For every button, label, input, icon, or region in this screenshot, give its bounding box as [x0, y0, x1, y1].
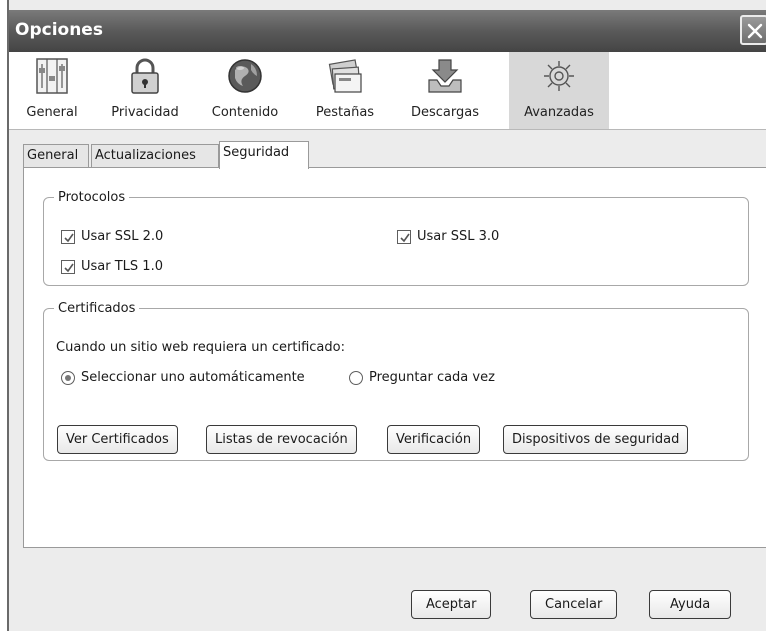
checkmark-icon — [64, 263, 74, 272]
ssl2-checkbox[interactable]: Usar SSL 2.0 — [61, 229, 163, 244]
ver-certificados-button[interactable]: Ver Certificados — [57, 425, 178, 454]
options-window: Opciones General Privacidad Contenido Pe… — [7, 0, 766, 631]
toolbar-item-label: General — [26, 105, 78, 120]
globe-icon — [228, 59, 262, 93]
ssl3-label: Usar SSL 3.0 — [417, 229, 500, 244]
radio-circle — [349, 370, 363, 385]
toolbar-item-label: Descargas — [410, 105, 479, 120]
cancel-button[interactable]: Cancelar — [530, 590, 618, 619]
radio-select-auto[interactable]: Seleccionar uno automáticamente — [61, 370, 305, 385]
download-tray-icon — [428, 59, 462, 93]
verificacion-button[interactable]: Verificación — [387, 425, 481, 454]
toolbar-item-avanzadas[interactable]: Avanzadas — [509, 52, 609, 129]
toolbar-item-label: Pestañas — [315, 105, 375, 120]
protocolos-legend: Protocolos — [58, 190, 126, 205]
dispositivos-seguridad-button[interactable]: Dispositivos de seguridad — [503, 425, 689, 454]
tab-actualizaciones[interactable]: Actualizaciones — [91, 144, 219, 168]
checkbox-box — [61, 259, 75, 274]
toolbar-item-descargas[interactable]: Descargas — [395, 52, 495, 129]
tab-label: General — [27, 148, 79, 163]
checkbox-box — [61, 229, 75, 244]
tab-label: Seguridad — [223, 145, 290, 160]
cert-prompt: Cuando un sitio web requiera un certific… — [56, 340, 345, 355]
toolbar-item-privacidad[interactable]: Privacidad — [95, 52, 195, 129]
toolbar-item-label: Avanzadas — [524, 105, 594, 120]
tls1-checkbox[interactable]: Usar TLS 1.0 — [61, 259, 163, 274]
close-button[interactable] — [740, 15, 766, 45]
help-button[interactable]: Ayuda — [649, 590, 732, 619]
window-title: Opciones — [15, 20, 103, 40]
radio-circle — [61, 370, 75, 385]
checkmark-icon — [400, 233, 410, 242]
close-icon — [747, 23, 763, 39]
checkbox-box — [397, 229, 411, 244]
toolbar-item-pestanas[interactable]: Pestañas — [295, 52, 395, 129]
certificados-legend: Certificados — [58, 301, 136, 316]
tab-seguridad[interactable]: Seguridad — [219, 141, 309, 169]
ssl2-label: Usar SSL 2.0 — [81, 229, 164, 244]
checkmark-icon — [64, 233, 74, 242]
toolbar-item-contenido[interactable]: Contenido — [195, 52, 295, 129]
seguridad-panel: Protocolos Usar SSL 2.0 Usar SSL 3.0 Usa… — [23, 167, 766, 548]
category-toolbar: General Privacidad Contenido Pestañas De… — [9, 52, 766, 130]
ssl3-checkbox[interactable]: Usar SSL 3.0 — [397, 229, 499, 244]
accept-button[interactable]: Aceptar — [411, 590, 492, 619]
tab-label: Actualizaciones — [95, 148, 196, 163]
title-bar: Opciones — [9, 10, 766, 52]
tls1-label: Usar TLS 1.0 — [81, 259, 163, 274]
gear-icon — [544, 61, 574, 91]
padlock-icon — [131, 58, 159, 94]
tab-general[interactable]: General — [23, 144, 89, 168]
tabs-icon — [328, 59, 362, 93]
toolbar-item-label: Privacidad — [111, 105, 179, 120]
listas-revocacion-button[interactable]: Listas de revocación — [206, 425, 357, 454]
radio-ask-label: Preguntar cada vez — [369, 370, 495, 385]
radio-ask-each-time[interactable]: Preguntar cada vez — [349, 370, 495, 385]
sliders-icon — [36, 58, 68, 94]
radio-auto-label: Seleccionar uno automáticamente — [81, 370, 305, 385]
toolbar-item-general[interactable]: General — [9, 52, 95, 129]
toolbar-item-label: Contenido — [211, 105, 279, 120]
